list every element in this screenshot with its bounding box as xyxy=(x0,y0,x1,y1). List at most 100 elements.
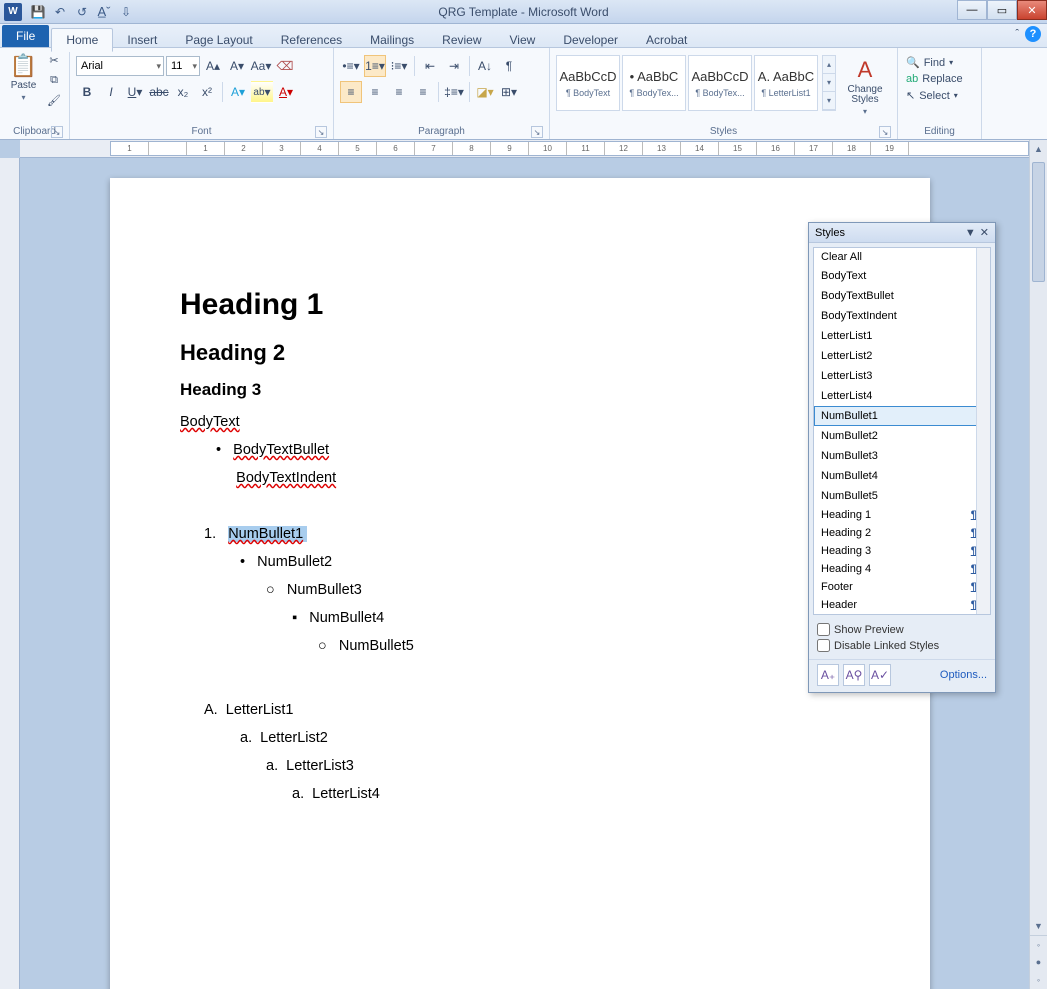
tab-mailings[interactable]: Mailings xyxy=(356,29,428,51)
show-marks-icon[interactable]: ¶ xyxy=(498,55,520,77)
gallery-scroll[interactable]: ▴▾▾ xyxy=(822,55,836,111)
select-button[interactable]: ↖Select▾ xyxy=(904,88,960,103)
borders-icon[interactable]: ⊞▾ xyxy=(498,81,520,103)
scroll-thumb[interactable] xyxy=(1032,162,1045,282)
style-row-letterlist3[interactable]: LetterList3¶ xyxy=(814,366,990,386)
tab-page-layout[interactable]: Page Layout xyxy=(171,29,266,51)
clear-formatting-icon[interactable]: ⌫ xyxy=(274,55,296,77)
paste-button[interactable]: 📋 Paste ▾ xyxy=(6,51,41,104)
sort-icon[interactable]: A↓ xyxy=(474,55,496,77)
style-card[interactable]: AaBbC¶ LetterList1 xyxy=(754,55,818,111)
styles-list-scrollbar[interactable] xyxy=(976,248,990,614)
style-row-numbullet3[interactable]: NumBullet3¶ xyxy=(814,446,990,466)
qat-dropdown-icon[interactable]: ⇩ xyxy=(116,2,136,22)
style-row-numbullet5[interactable]: NumBullet5¶ xyxy=(814,486,990,506)
styles-pane-header[interactable]: Styles ▼✕ xyxy=(809,223,995,243)
style-card[interactable]: AaBbCcD¶ BodyText xyxy=(556,55,620,111)
minimize-button[interactable]: — xyxy=(957,0,987,20)
replace-button[interactable]: abReplace xyxy=(904,72,965,86)
style-row-bodytextbullet[interactable]: BodyTextBullet¶ xyxy=(814,286,990,306)
page[interactable]: Heading 1 Heading 2 Heading 3 BodyText •… xyxy=(110,178,930,989)
horizontal-ruler[interactable]: 112345678910111213141516171819 xyxy=(20,140,1029,158)
pane-close-icon[interactable]: ✕ xyxy=(980,227,989,239)
subscript-button[interactable]: x₂ xyxy=(172,81,194,103)
tab-acrobat[interactable]: Acrobat xyxy=(632,29,701,51)
strikethrough-button[interactable]: abc xyxy=(148,81,170,103)
bold-button[interactable]: B xyxy=(76,81,98,103)
new-style-icon[interactable]: A₊ xyxy=(817,664,839,686)
justify-icon[interactable]: ≡ xyxy=(412,81,434,103)
change-styles-button[interactable]: A Change Styles ▾ xyxy=(840,55,890,118)
styles-options-link[interactable]: Options... xyxy=(940,669,987,681)
superscript-button[interactable]: x² xyxy=(196,81,218,103)
tab-developer[interactable]: Developer xyxy=(549,29,632,51)
show-preview-checkbox[interactable]: Show Preview xyxy=(817,623,987,636)
font-launcher[interactable]: ↘ xyxy=(315,126,327,138)
highlight-icon[interactable]: ab▾ xyxy=(251,81,273,103)
tab-insert[interactable]: Insert xyxy=(113,29,171,51)
style-row-heading-2[interactable]: Heading 2¶a xyxy=(814,524,990,542)
pane-dropdown-icon[interactable]: ▼ xyxy=(965,227,976,239)
find-button[interactable]: 🔍Find▾ xyxy=(904,55,955,70)
style-row-header[interactable]: Header¶a xyxy=(814,596,990,614)
format-painter-icon[interactable]: 🖌 xyxy=(45,91,63,109)
align-right-icon[interactable]: ≡ xyxy=(388,81,410,103)
copy-icon[interactable]: ⧉ xyxy=(45,71,63,89)
minimize-ribbon-icon[interactable]: ˆ xyxy=(1015,28,1019,40)
style-inspector-icon[interactable]: A⚲ xyxy=(843,664,865,686)
tab-home[interactable]: Home xyxy=(51,28,113,52)
vertical-ruler[interactable] xyxy=(0,158,20,989)
style-row-numbullet1[interactable]: NumBullet1¶ xyxy=(814,406,990,426)
style-row-letterlist4[interactable]: LetterList4¶ xyxy=(814,386,990,406)
style-row-bodytextindent[interactable]: BodyTextIndent¶ xyxy=(814,306,990,326)
scroll-down-icon[interactable]: ▼ xyxy=(1030,917,1047,935)
vertical-scrollbar[interactable]: ▲ ▼ ◦ ● ◦ xyxy=(1029,140,1047,989)
shrink-font-icon[interactable]: A▾ xyxy=(226,55,248,77)
disable-linked-checkbox[interactable]: Disable Linked Styles xyxy=(817,639,987,652)
shading-icon[interactable]: ◪▾ xyxy=(474,81,496,103)
help-icon[interactable]: ? xyxy=(1025,26,1041,42)
style-card[interactable]: AaBbC¶ BodyTex... xyxy=(622,55,686,111)
style-gallery[interactable]: AaBbCcD¶ BodyTextAaBbC¶ BodyTex...AaBbCc… xyxy=(556,55,818,111)
style-row-clear-all[interactable]: Clear All xyxy=(814,248,990,266)
tab-review[interactable]: Review xyxy=(428,29,495,51)
font-size-combo[interactable]: 11 xyxy=(166,56,200,76)
change-case-icon[interactable]: Aa▾ xyxy=(250,55,272,77)
maximize-button[interactable]: ▭ xyxy=(987,0,1017,20)
prev-page-icon[interactable]: ◦ xyxy=(1030,935,1047,953)
multilevel-list-icon[interactable]: ⁝≡▾ xyxy=(388,55,410,77)
style-row-bodytext[interactable]: BodyText¶ xyxy=(814,266,990,286)
tab-view[interactable]: View xyxy=(496,29,550,51)
manage-styles-icon[interactable]: A✓ xyxy=(869,664,891,686)
font-color-icon[interactable]: A▾ xyxy=(275,81,297,103)
grow-font-icon[interactable]: A▴ xyxy=(202,55,224,77)
font-name-combo[interactable]: Arial xyxy=(76,56,164,76)
underline-button[interactable]: U▾ xyxy=(124,81,146,103)
bullets-icon[interactable]: •≡▾ xyxy=(340,55,362,77)
tab-references[interactable]: References xyxy=(267,29,356,51)
undo-icon[interactable]: ↶ xyxy=(50,2,70,22)
scroll-up-icon[interactable]: ▲ xyxy=(1030,140,1047,158)
style-row-letterlist2[interactable]: LetterList2¶ xyxy=(814,346,990,366)
line-spacing-icon[interactable]: ‡≡▾ xyxy=(443,81,465,103)
increase-indent-icon[interactable]: ⇥ xyxy=(443,55,465,77)
style-card[interactable]: AaBbCcD¶ BodyTex... xyxy=(688,55,752,111)
style-row-numbullet2[interactable]: NumBullet2¶ xyxy=(814,426,990,446)
clipboard-launcher[interactable]: ↘ xyxy=(51,126,63,138)
paragraph-launcher[interactable]: ↘ xyxy=(531,126,543,138)
styles-launcher[interactable]: ↘ xyxy=(879,126,891,138)
style-row-numbullet4[interactable]: NumBullet4¶ xyxy=(814,466,990,486)
style-row-heading-1[interactable]: Heading 1¶a xyxy=(814,506,990,524)
cut-icon[interactable]: ✂ xyxy=(45,51,63,69)
next-page-icon[interactable]: ◦ xyxy=(1030,971,1047,989)
text-effects-icon[interactable]: A▾ xyxy=(227,81,249,103)
align-center-icon[interactable]: ≡ xyxy=(364,81,386,103)
style-row-heading-3[interactable]: Heading 3¶a xyxy=(814,542,990,560)
style-row-footer[interactable]: Footer¶a xyxy=(814,578,990,596)
italic-button[interactable]: I xyxy=(100,81,122,103)
style-row-heading-4[interactable]: Heading 4¶a xyxy=(814,560,990,578)
browse-object-icon[interactable]: ● xyxy=(1030,953,1047,971)
numbering-icon[interactable]: 1≡▾ xyxy=(364,55,386,77)
close-button[interactable]: ✕ xyxy=(1017,0,1047,20)
decrease-indent-icon[interactable]: ⇤ xyxy=(419,55,441,77)
